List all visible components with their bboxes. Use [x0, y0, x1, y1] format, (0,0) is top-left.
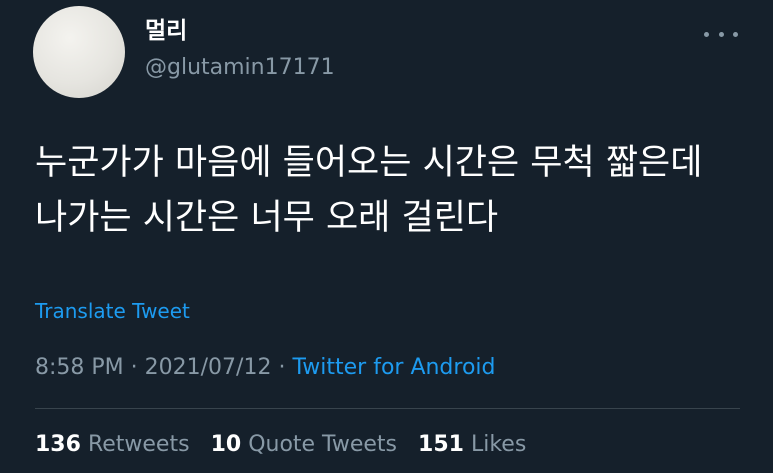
- avatar[interactable]: [33, 6, 125, 98]
- quote-tweets-count: 10: [210, 432, 242, 457]
- tweet-time[interactable]: 8:58 PM: [35, 355, 124, 380]
- retweets-count: 136: [35, 432, 81, 457]
- more-horizontal-icon[interactable]: [704, 24, 738, 44]
- divider: [35, 408, 740, 409]
- tweet-date[interactable]: 2021/07/12: [145, 355, 272, 380]
- tweet-stats: 136 Retweets 10 Quote Tweets 151 Likes: [35, 429, 540, 461]
- retweets-stat[interactable]: 136 Retweets: [35, 432, 190, 457]
- quote-tweets-label: Quote Tweets: [248, 432, 398, 457]
- tweet-source-link[interactable]: Twitter for Android: [292, 355, 495, 380]
- tweet-text: 누군가가 마음에 들어오는 시간은 무척 짧은데 나가는 시간은 너무 오래 걸…: [35, 143, 703, 238]
- tweet-metadata: 8:58 PM · 2021/07/12 · Twitter for Andro…: [35, 352, 496, 384]
- likes-label: Likes: [470, 432, 527, 457]
- more-dot: [704, 31, 709, 37]
- more-dot: [718, 31, 724, 37]
- author-display-name[interactable]: 멀리: [145, 16, 187, 46]
- likes-count: 151: [418, 432, 464, 457]
- more-dot: [733, 31, 738, 37]
- meta-separator: ·: [130, 355, 138, 380]
- quote-tweets-stat[interactable]: 10 Quote Tweets: [211, 432, 397, 457]
- translate-tweet-link[interactable]: Translate Tweet: [35, 297, 190, 325]
- retweets-label: Retweets: [87, 432, 190, 457]
- likes-stat[interactable]: 151 Likes: [418, 432, 526, 457]
- author-handle[interactable]: @glutamin17171: [145, 54, 335, 82]
- meta-separator: ·: [278, 355, 286, 380]
